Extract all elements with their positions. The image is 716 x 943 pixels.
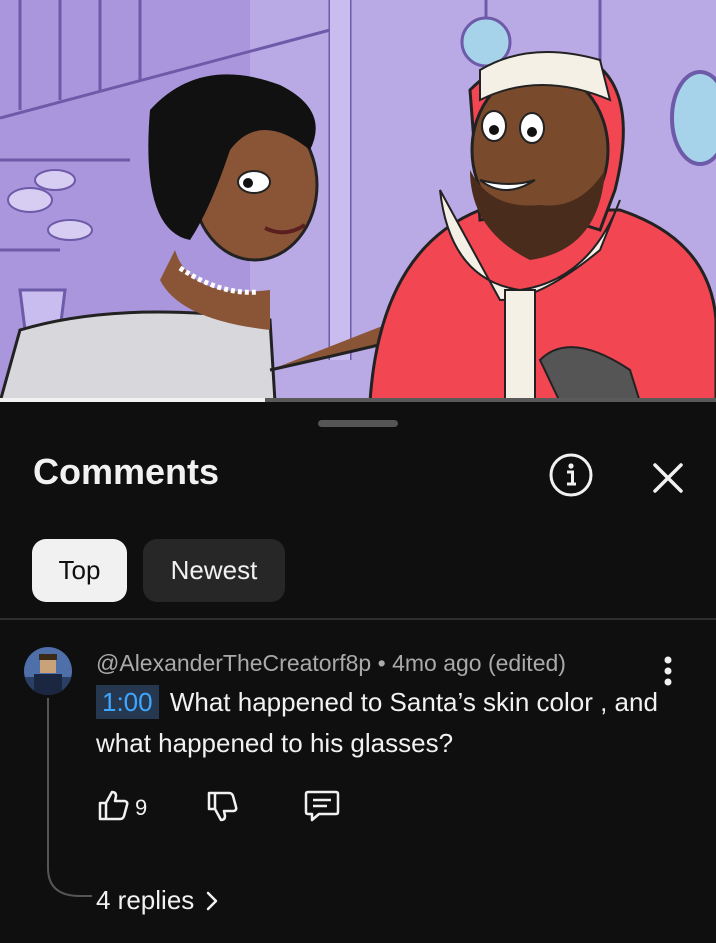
divider bbox=[0, 618, 716, 620]
avatar-image bbox=[24, 647, 72, 695]
comment-body: What happened to Santa’s skin color , an… bbox=[96, 687, 658, 758]
sort-chip-newest[interactable]: Newest bbox=[143, 539, 285, 602]
comment-text: 1:00 What happened to Santa’s skin color… bbox=[96, 682, 676, 764]
timestamp-link[interactable]: 1:00 bbox=[96, 685, 159, 719]
chevron-right-icon bbox=[207, 891, 218, 910]
panel-title: Comments bbox=[33, 451, 220, 492]
comment-age: 4mo ago (edited) bbox=[392, 650, 566, 676]
comment-meta: @AlexanderTheCreatorf8p • 4mo ago (edite… bbox=[96, 650, 566, 677]
comment-reply-icon bbox=[304, 790, 340, 822]
meta-separator: • bbox=[377, 650, 386, 676]
commenter-avatar[interactable] bbox=[24, 647, 72, 695]
info-button[interactable] bbox=[548, 452, 594, 498]
dislike-button[interactable] bbox=[205, 790, 239, 824]
reply-button[interactable] bbox=[303, 788, 341, 824]
close-button[interactable] bbox=[646, 456, 690, 500]
comments-panel: Comments Top Newest @AlexanderTheCreator… bbox=[0, 402, 716, 943]
like-button[interactable] bbox=[96, 788, 130, 822]
close-icon bbox=[653, 463, 683, 493]
comment-author[interactable]: @AlexanderTheCreatorf8p bbox=[96, 650, 371, 676]
replies-label: 4 replies bbox=[96, 885, 195, 915]
info-icon bbox=[549, 453, 593, 497]
drag-handle[interactable] bbox=[318, 420, 398, 427]
thumbs-up-icon bbox=[98, 790, 129, 821]
video-frame bbox=[0, 0, 716, 402]
like-count: 9 bbox=[135, 795, 148, 820]
thumbs-down-icon bbox=[207, 791, 238, 822]
video-player[interactable] bbox=[0, 0, 716, 402]
sort-chip-top[interactable]: Top bbox=[32, 539, 127, 602]
view-replies-button[interactable]: 4 replies bbox=[96, 885, 220, 916]
